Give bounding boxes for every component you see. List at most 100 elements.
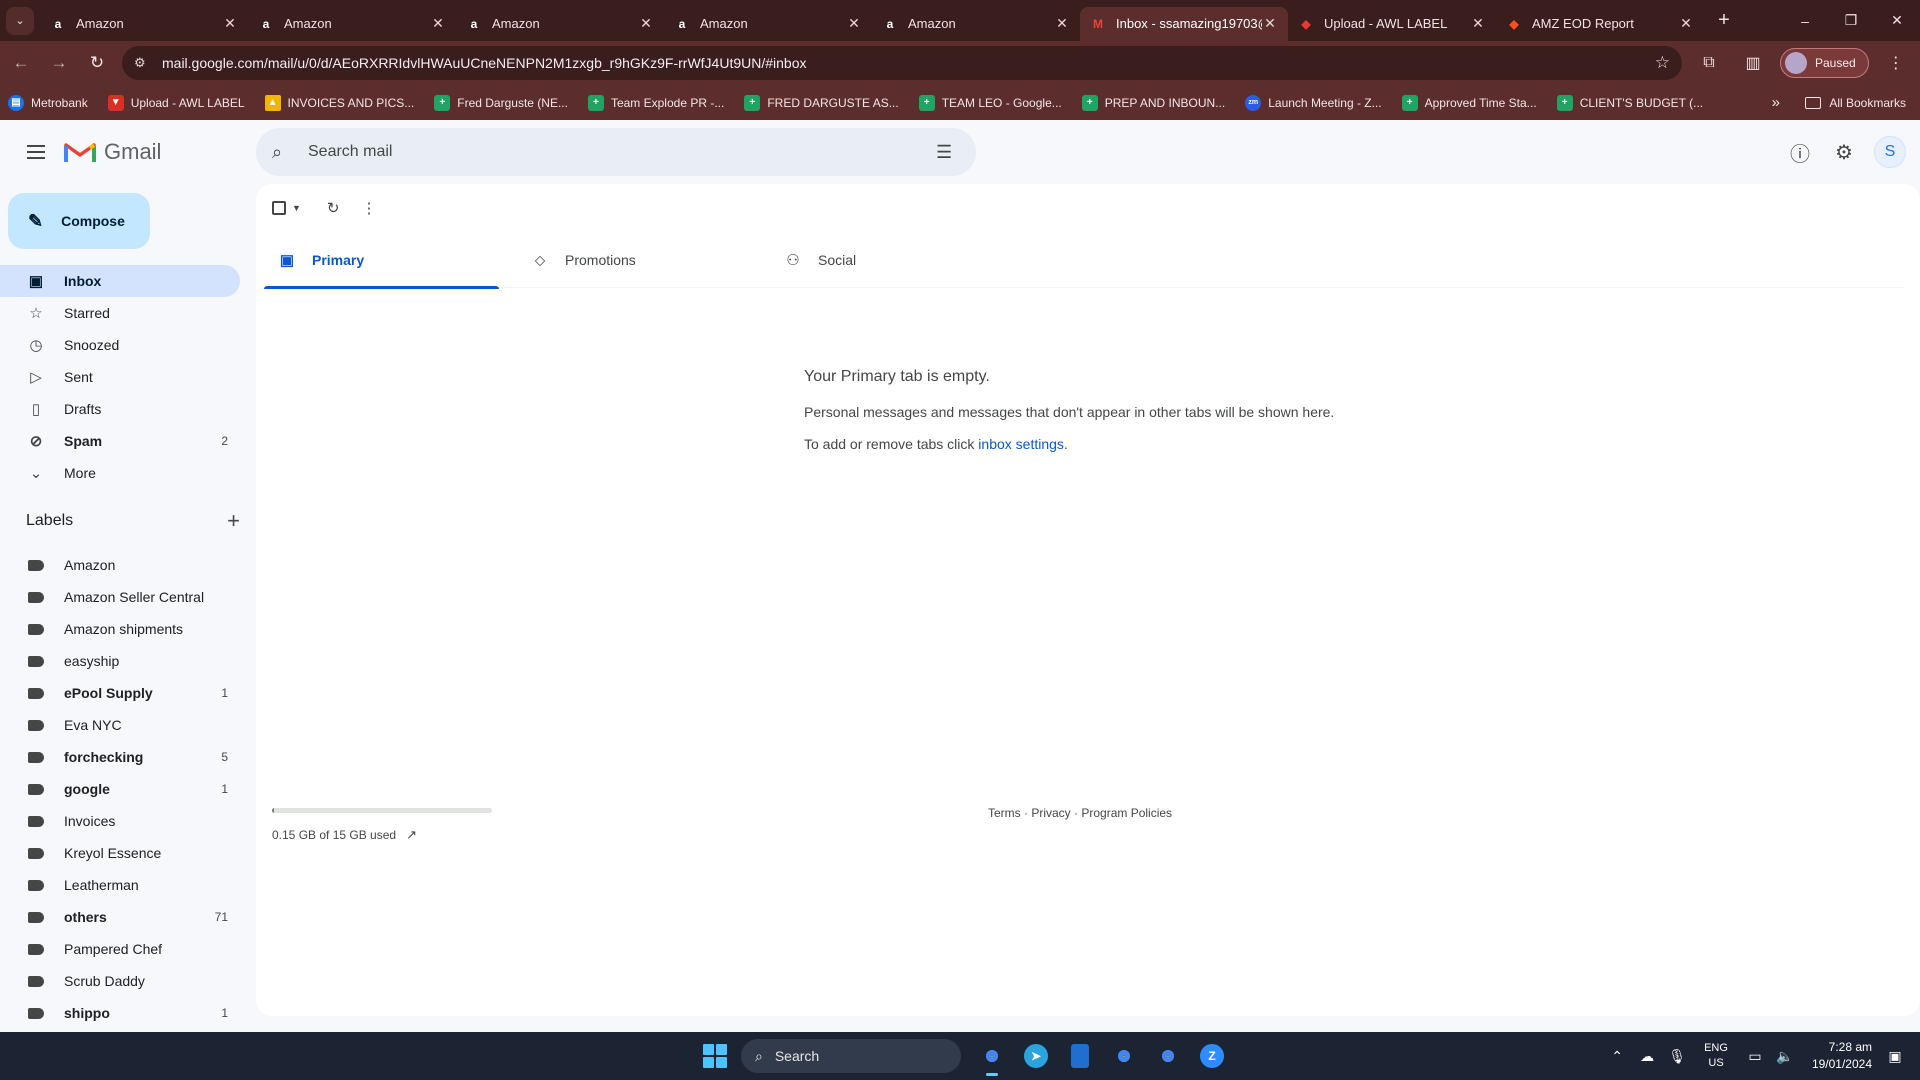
- taskbar-chrome-profile-icon[interactable]: [1102, 1038, 1146, 1074]
- nav-item-drafts[interactable]: ▯ Drafts: [0, 393, 240, 425]
- bookmark-item[interactable]: + FRED DARGUSTE AS...: [744, 94, 899, 111]
- label-item[interactable]: others 71: [0, 901, 240, 933]
- more-options-icon[interactable]: ⋮: [362, 188, 377, 228]
- label-item[interactable]: Scrub Daddy: [0, 965, 240, 997]
- microphone-icon[interactable]: 🎙: [1662, 1048, 1692, 1065]
- main-menu-icon[interactable]: [12, 128, 60, 176]
- all-bookmarks-button[interactable]: All Bookmarks: [1805, 96, 1906, 110]
- tab-close-icon[interactable]: ✕: [846, 15, 862, 32]
- taskbar-zoom-icon[interactable]: Z: [1190, 1038, 1234, 1074]
- nav-item-spam[interactable]: ⊘ Spam 2: [0, 425, 240, 457]
- help-icon[interactable]: ⓘ: [1778, 130, 1822, 174]
- browser-tab[interactable]: a Amazon ✕: [40, 7, 248, 41]
- inbox-settings-link[interactable]: inbox settings: [978, 436, 1064, 452]
- label-item[interactable]: Eva NYC: [0, 709, 240, 741]
- label-item[interactable]: Leatherman: [0, 869, 240, 901]
- open-storage-icon[interactable]: ↗: [406, 827, 417, 843]
- label-item[interactable]: Amazon shipments: [0, 613, 240, 645]
- browser-tab[interactable]: a Amazon ✕: [872, 7, 1080, 41]
- bookmark-item[interactable]: zm Launch Meeting - Z...: [1245, 94, 1382, 111]
- bookmark-item[interactable]: + Approved Time Sta...: [1401, 94, 1537, 111]
- bookmark-item[interactable]: ▤ Metrobank: [8, 94, 88, 111]
- nav-item-more[interactable]: ⌄ More: [0, 457, 240, 489]
- terms-link[interactable]: Terms: [988, 806, 1021, 820]
- nav-item-snoozed[interactable]: ◷ Snoozed: [0, 329, 240, 361]
- tab-primary[interactable]: ▣ Primary: [264, 232, 499, 289]
- bookmark-item[interactable]: ▼ Upload - AWL LABEL: [107, 94, 245, 111]
- tab-social[interactable]: ⚇ Social: [770, 232, 1005, 288]
- minimize-button[interactable]: –: [1782, 0, 1828, 41]
- site-info-icon[interactable]: ⚙: [134, 55, 150, 71]
- browser-tab[interactable]: a Amazon ✕: [664, 7, 872, 41]
- browser-tab[interactable]: a Amazon ✕: [248, 7, 456, 41]
- nav-item-starred[interactable]: ☆ Starred: [0, 297, 240, 329]
- tab-close-icon[interactable]: ✕: [638, 15, 654, 32]
- browser-tab[interactable]: M Inbox - ssamazing19703@ ✕: [1080, 6, 1288, 41]
- tab-close-icon[interactable]: ✕: [1678, 15, 1694, 32]
- browser-tab[interactable]: ◆ AMZ EOD Report ✕: [1496, 7, 1704, 41]
- label-item[interactable]: ePool Supply 1: [0, 677, 240, 709]
- address-bar[interactable]: ⚙ mail.google.com/mail/u/0/d/AEoRXRRIdvl…: [122, 46, 1682, 80]
- nav-item-sent[interactable]: ▷ Sent: [0, 361, 240, 393]
- label-item[interactable]: easyship: [0, 645, 240, 677]
- label-item[interactable]: Kreyol Essence: [0, 837, 240, 869]
- notifications-icon[interactable]: ▣: [1880, 1048, 1910, 1065]
- taskbar-chrome-icon[interactable]: [970, 1038, 1014, 1076]
- tab-close-icon[interactable]: ✕: [1262, 15, 1278, 32]
- close-window-button[interactable]: ✕: [1874, 0, 1920, 41]
- language-indicator[interactable]: ENG US: [1704, 1041, 1728, 1071]
- new-tab-button[interactable]: +: [1710, 7, 1738, 35]
- tab-close-icon[interactable]: ✕: [1470, 15, 1486, 32]
- select-caret-icon[interactable]: ▼: [292, 203, 301, 213]
- tab-search-button[interactable]: ⌄: [6, 6, 34, 35]
- restore-button[interactable]: ❐: [1828, 0, 1874, 41]
- settings-gear-icon[interactable]: ⚙: [1822, 130, 1866, 174]
- label-item[interactable]: google 1: [0, 773, 240, 805]
- taskbar-search[interactable]: ⌕ Search: [741, 1039, 961, 1073]
- clock[interactable]: 7:28 am 19/01/2024: [1812, 1039, 1872, 1073]
- reload-button[interactable]: ↻: [80, 46, 114, 80]
- taskbar-notepad-icon[interactable]: [1058, 1038, 1102, 1074]
- back-button[interactable]: ←: [4, 46, 38, 80]
- compose-button[interactable]: ✎ Compose: [8, 193, 150, 249]
- taskbar-chrome-profile2-icon[interactable]: [1146, 1038, 1190, 1074]
- forward-button[interactable]: →: [42, 46, 76, 80]
- search-options-icon[interactable]: ☰: [936, 142, 960, 163]
- bookmark-item[interactable]: ▲ INVOICES AND PICS...: [264, 94, 414, 111]
- network-icon[interactable]: ▭: [1740, 1048, 1770, 1065]
- volume-icon[interactable]: 🔈: [1770, 1048, 1800, 1065]
- label-item[interactable]: forchecking 5: [0, 741, 240, 773]
- create-label-icon[interactable]: +: [227, 508, 240, 534]
- tab-close-icon[interactable]: ✕: [1054, 15, 1070, 32]
- bookmark-item[interactable]: + TEAM LEO - Google...: [918, 94, 1062, 111]
- search-icon[interactable]: ⌕: [272, 142, 296, 163]
- extensions-icon[interactable]: ⧉: [1692, 46, 1726, 80]
- browser-tab[interactable]: ◆ Upload - AWL LABEL ✕: [1288, 7, 1496, 41]
- more-bookmarks-button[interactable]: »: [1772, 94, 1780, 111]
- tab-promotions[interactable]: ⬦ Promotions: [517, 232, 752, 288]
- label-item[interactable]: shippo 1: [0, 997, 240, 1029]
- bookmark-item[interactable]: + CLIENT'S BUDGET (...: [1556, 94, 1703, 111]
- label-item[interactable]: Amazon Seller Central: [0, 581, 240, 613]
- tab-close-icon[interactable]: ✕: [430, 15, 446, 32]
- chrome-menu-icon[interactable]: ⋮: [1879, 46, 1913, 80]
- side-panel-icon[interactable]: ▥: [1736, 46, 1770, 80]
- search-bar[interactable]: ⌕ ☰: [256, 128, 976, 176]
- program-policies-link[interactable]: Program Policies: [1081, 806, 1172, 820]
- privacy-link[interactable]: Privacy: [1031, 806, 1070, 820]
- taskbar-telegram-icon[interactable]: ➤: [1014, 1038, 1058, 1074]
- select-all-checkbox[interactable]: ▼: [272, 188, 301, 228]
- bookmark-item[interactable]: + PREP AND INBOUN...: [1081, 94, 1225, 111]
- profile-button[interactable]: Paused: [1780, 48, 1869, 78]
- nav-item-inbox[interactable]: ▣ Inbox: [0, 265, 240, 297]
- search-input[interactable]: [308, 143, 936, 161]
- bookmark-item[interactable]: + Fred Darguste (NE...: [434, 94, 568, 111]
- refresh-icon[interactable]: ↻: [327, 188, 340, 228]
- label-item[interactable]: Pampered Chef: [0, 933, 240, 965]
- browser-tab[interactable]: a Amazon ✕: [456, 7, 664, 41]
- label-item[interactable]: Invoices: [0, 805, 240, 837]
- url-text[interactable]: mail.google.com/mail/u/0/d/AEoRXRRIdvlHW…: [162, 55, 1655, 71]
- account-avatar[interactable]: S: [1874, 136, 1906, 168]
- windows-start-icon[interactable]: [703, 1044, 727, 1068]
- bookmark-item[interactable]: + Team Explode PR -...: [587, 94, 724, 111]
